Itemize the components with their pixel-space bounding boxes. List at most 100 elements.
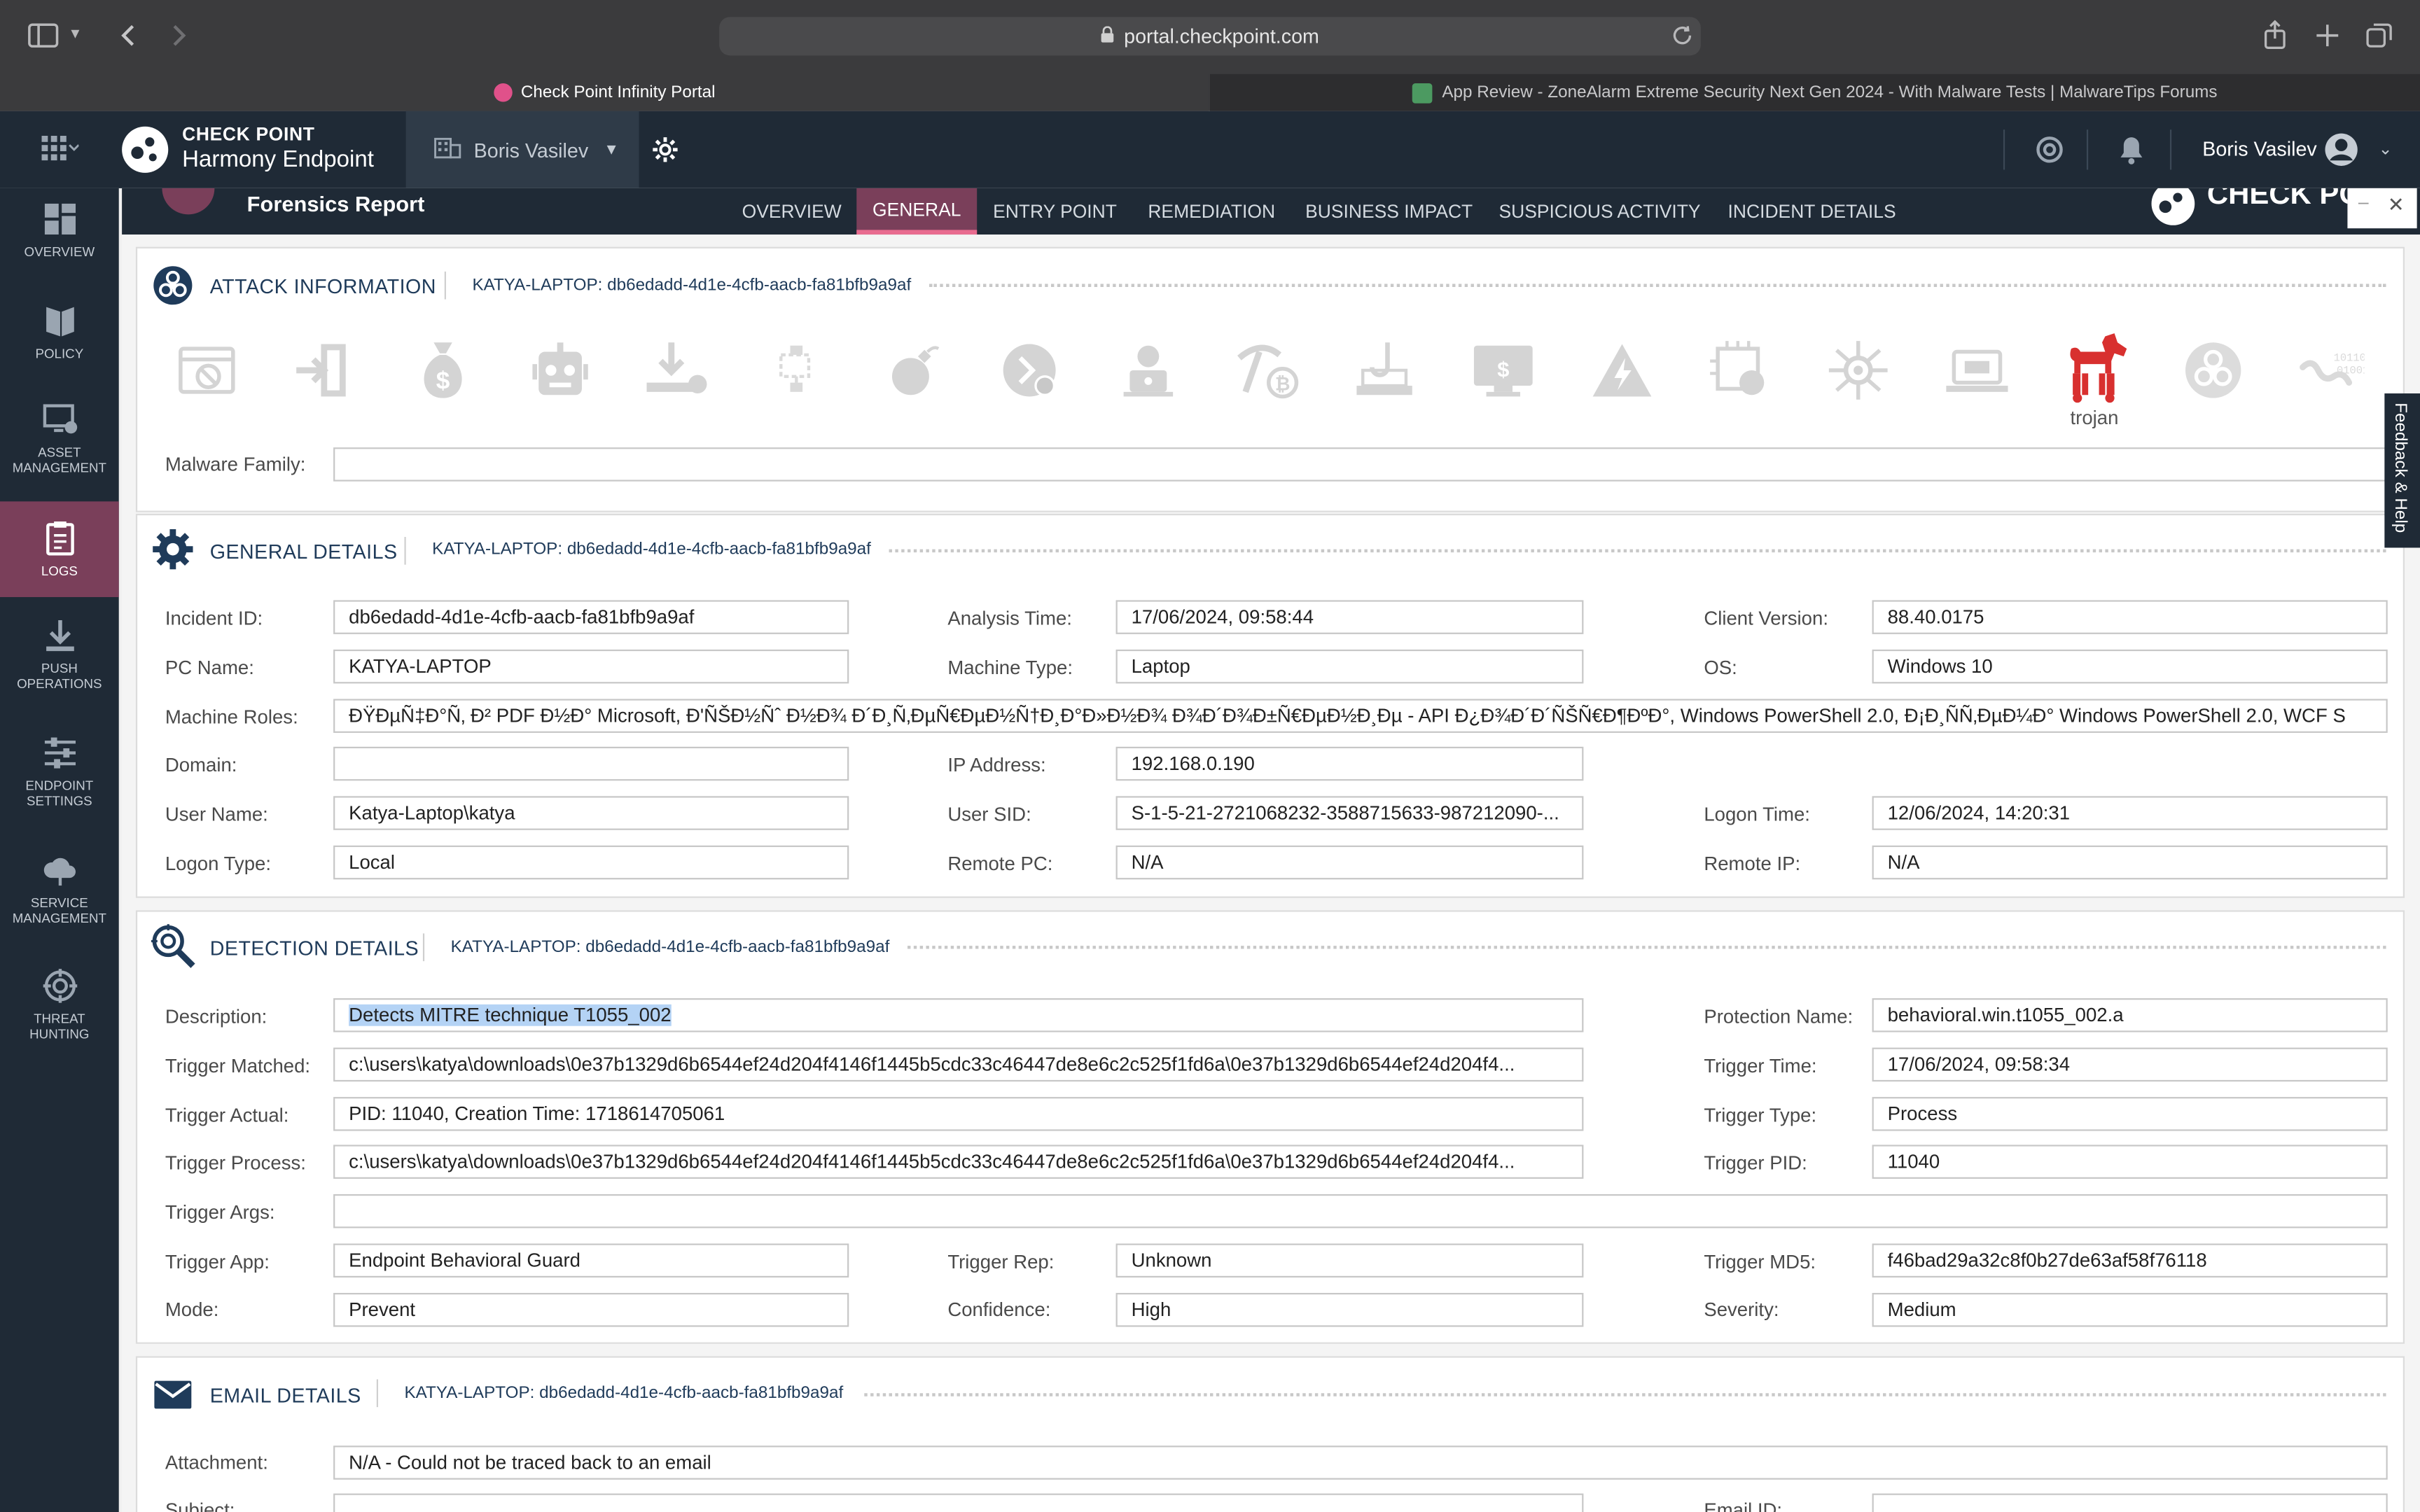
trigger-rep-label: Trigger Rep:: [947, 1251, 1055, 1273]
nav-overview[interactable]: OVERVIEW: [0, 201, 119, 275]
tab-remediation[interactable]: REMEDIATION: [1137, 188, 1286, 234]
nav-endpoint-settings[interactable]: ENDPOINT SETTINGS: [0, 734, 119, 820]
ip-address-field: 192.168.0.190: [1115, 746, 1584, 781]
trigger-type-label: Trigger Type:: [1704, 1105, 1817, 1126]
section-host: KATYA-LAPTOP: db6edadd-4d1e-4cfb-aacb-fa…: [432, 540, 871, 559]
lateral-movement-icon: [763, 336, 830, 404]
user-sid-label: User SID:: [947, 804, 1031, 826]
nav-label: ASSET MANAGEMENT: [12, 444, 106, 475]
download-malware-icon: [644, 336, 711, 404]
mode-label: Mode:: [165, 1298, 219, 1321]
caret-down-icon: ▼: [604, 141, 620, 158]
machine-roles-field: ÐŸÐµÑ‡Ð°Ñ‚ Ð² PDF Ð½Ð° Microsoft, Ð'ÑŠÐ½…: [333, 699, 2388, 733]
bell-icon[interactable]: [2119, 134, 2143, 165]
trigger-type-field: Process: [1872, 1097, 2388, 1131]
nav-policy[interactable]: POLICY: [0, 302, 119, 377]
new-tab-icon[interactable]: [2315, 23, 2339, 48]
trojan-horse-icon: [2057, 330, 2132, 405]
remote-ip-label: Remote IP:: [1704, 853, 1801, 875]
laptop-icon: [1943, 336, 2011, 404]
biohazard-grey-icon: [2179, 336, 2247, 404]
ip-address-label: IP Address:: [947, 754, 1046, 776]
chevron-down-icon[interactable]: ▾: [71, 23, 79, 43]
remote-pc-field: N/A: [1115, 845, 1584, 880]
user-name-label: User Name:: [165, 804, 268, 826]
remote-ip-field: N/A: [1872, 845, 2388, 880]
protection-name-field: behavioral.win.t1055_002.a: [1872, 998, 2388, 1032]
tab-general[interactable]: GENERAL: [856, 188, 978, 235]
nav-threat-hunting[interactable]: THREAT HUNTING: [0, 967, 119, 1054]
divider: [376, 1379, 379, 1408]
browser-block-icon: [173, 336, 241, 404]
tab-business-impact[interactable]: BUSINESS IMPACT: [1296, 188, 1481, 234]
window-controls: – ✕: [2347, 188, 2417, 229]
product-name: Harmony Endpoint: [182, 146, 374, 173]
dotted-rule: [864, 1393, 2386, 1396]
settings-sliders-icon: [41, 734, 78, 771]
forward-icon[interactable]: [169, 23, 188, 48]
share-icon[interactable]: [2262, 20, 2287, 51]
back-icon[interactable]: [119, 23, 137, 48]
section-title: DETECTION DETAILS: [209, 936, 419, 960]
minimize-icon[interactable]: –: [2358, 191, 2369, 213]
nav-label: LOGS: [41, 563, 78, 579]
selected-text: Detects MITRE technique T1055_002: [349, 1004, 672, 1026]
bomb-icon: [879, 336, 947, 404]
support-lifebuoy-icon[interactable]: [2036, 136, 2064, 164]
tab-overview-icon[interactable]: [2366, 22, 2394, 50]
nav-service-management[interactable]: SERVICE MANAGEMENT: [0, 852, 119, 938]
trojan-label: trojan: [2070, 407, 2119, 429]
tab-malwaretips[interactable]: App Review - ZoneAlarm Extreme Security …: [1210, 74, 2420, 111]
severity-label: Severity:: [1704, 1298, 1779, 1321]
divider: [444, 271, 446, 300]
svg-text:10110: 10110: [2334, 352, 2365, 365]
feedback-help-tab[interactable]: Feedback & Help: [2384, 393, 2420, 548]
gear-icon: [151, 528, 195, 571]
logon-type-label: Logon Type:: [165, 853, 272, 875]
client-version-field: 88.40.0175: [1872, 600, 2388, 634]
nav-asset-management[interactable]: ASSET MANAGEMENT: [0, 401, 119, 487]
machine-type-label: Machine Type:: [947, 657, 1073, 679]
avatar-icon[interactable]: [2324, 133, 2358, 167]
tab-entry-point[interactable]: ENTRY POINT: [983, 188, 1127, 234]
address-bar[interactable]: portal.checkpoint.com: [719, 17, 1701, 56]
machine-roles-label: Machine Roles:: [165, 706, 298, 729]
user-name-field: Katya-Laptop\katya: [333, 796, 849, 830]
tenant-selector[interactable]: Boris Vasilev ▼: [405, 111, 639, 188]
nav-label: ENDPOINT SETTINGS: [25, 777, 94, 808]
sidebar-toggle-icon[interactable]: [28, 23, 59, 48]
user-name[interactable]: Boris Vasilev: [2202, 137, 2317, 160]
app-launcher-icon[interactable]: [41, 135, 79, 161]
tab-checkpoint-portal[interactable]: Check Point Infinity Portal: [0, 74, 1209, 111]
description-label: Description:: [165, 1006, 267, 1028]
email-id-label: Email ID:: [1704, 1499, 1783, 1512]
divider: [404, 537, 406, 565]
tab-incident-details[interactable]: INCIDENT DETAILS: [1719, 188, 1904, 234]
trigger-app-field: Endpoint Behavioral Guard: [333, 1243, 849, 1278]
binary-worm-icon: 1011001001: [2297, 336, 2365, 404]
reload-icon[interactable]: [1671, 24, 1693, 46]
envelope-icon: [153, 1378, 193, 1411]
email-details-panel: [135, 1356, 2405, 1512]
nav-logs[interactable]: LOGS: [0, 501, 119, 597]
tab-overview[interactable]: OVERVIEW: [730, 188, 854, 234]
nav-push-operations[interactable]: PUSH OPERATIONS: [0, 617, 119, 704]
nav-label: THREAT HUNTING: [29, 1010, 90, 1042]
tab-suspicious-activity[interactable]: SUSPICIOUS ACTIVITY: [1491, 188, 1709, 234]
email-id-field: [1872, 1493, 2388, 1512]
section-host: KATYA-LAPTOP: db6edadd-4d1e-4cfb-aacb-fa…: [404, 1384, 844, 1403]
divider: [2003, 130, 2005, 170]
domain-label: Domain:: [165, 754, 237, 776]
warning-icon: [1588, 336, 1656, 404]
chevron-down-icon[interactable]: ⌄: [2379, 139, 2393, 159]
dotted-rule: [908, 946, 2386, 949]
chip-bug-icon: [1706, 336, 1774, 404]
close-icon[interactable]: ✕: [2388, 193, 2405, 218]
pc-name-field: KATYA-LAPTOP: [333, 649, 849, 684]
mode-field: Prevent: [333, 1293, 849, 1327]
asset-icon: [41, 401, 78, 438]
trigger-args-label: Trigger Args:: [165, 1201, 275, 1224]
machine-type-field: Laptop: [1115, 649, 1584, 684]
logon-time-label: Logon Time:: [1704, 804, 1810, 826]
gear-icon[interactable]: [651, 136, 679, 164]
